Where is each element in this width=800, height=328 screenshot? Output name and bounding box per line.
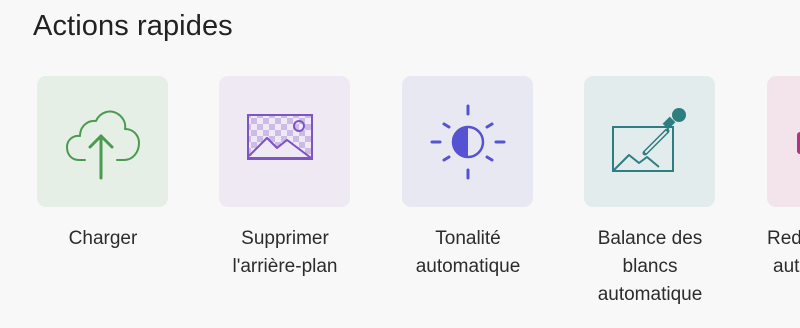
partial-action-label-line: aut: [773, 256, 800, 277]
partial-action-icon: [797, 132, 800, 154]
upload-label-line: Charger: [68, 228, 138, 249]
quick-actions-row: Charger Supprimer l'arrière-plan Tonalit…: [0, 0, 800, 328]
white-balance-label-line: automatique: [597, 284, 703, 305]
upload-tile[interactable]: [37, 76, 168, 207]
cloud-upload-icon: [65, 110, 140, 179]
quick-actions-page: Actions rapides Charger Supprimer l'arri…: [0, 0, 800, 328]
partial-action-label: Red aut: [767, 225, 800, 281]
auto-tone-label-line: automatique: [415, 256, 521, 277]
partial-action[interactable]: Red aut: [767, 76, 800, 281]
remove-background-action[interactable]: Supprimer l'arrière-plan: [219, 76, 351, 281]
white-balance-action[interactable]: Balance des blancs automatique: [584, 76, 716, 309]
auto-tone-label-line: Tonalité: [435, 228, 501, 249]
remove-background-label-line: l'arrière-plan: [232, 256, 338, 277]
auto-tone-action[interactable]: Tonalité automatique: [402, 76, 534, 281]
remove-background-label-line: Supprimer: [241, 228, 329, 249]
auto-tone-tile[interactable]: [402, 76, 533, 207]
partial-action-tile[interactable]: [767, 76, 800, 207]
white-balance-icon: [611, 107, 686, 172]
white-balance-tile[interactable]: [584, 76, 715, 207]
partial-action-label-line: Red: [767, 228, 800, 249]
remove-background-tile[interactable]: [219, 76, 350, 207]
auto-tone-icon: [430, 104, 505, 179]
remove-background-icon: [246, 113, 313, 160]
white-balance-label-line: blancs: [622, 256, 678, 277]
upload-action[interactable]: Charger: [37, 76, 169, 253]
upload-label: Charger: [8, 225, 198, 253]
white-balance-label: Balance des blancs automatique: [555, 225, 745, 309]
remove-background-label: Supprimer l'arrière-plan: [190, 225, 380, 281]
white-balance-label-line: Balance des: [597, 228, 703, 249]
auto-tone-label: Tonalité automatique: [373, 225, 563, 281]
